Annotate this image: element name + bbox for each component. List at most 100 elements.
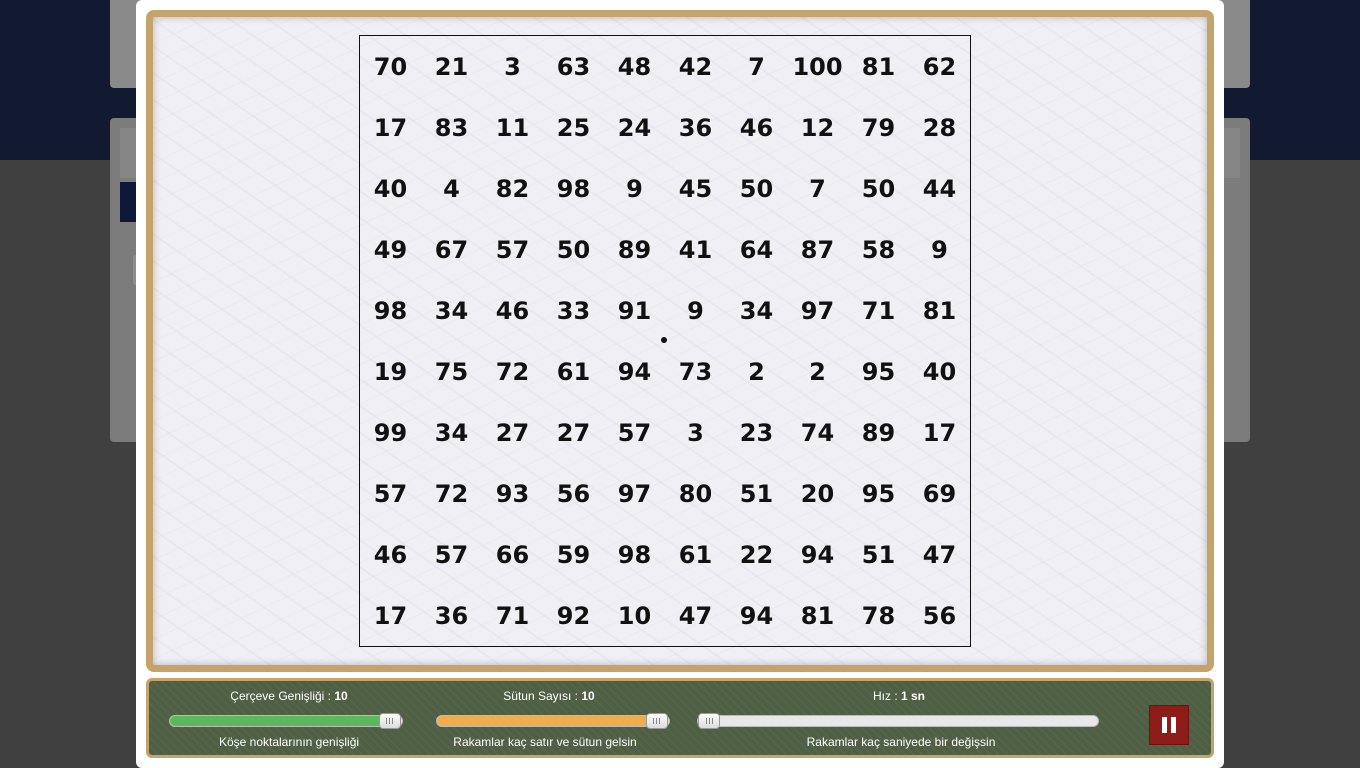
grid-cell: 72 <box>434 479 469 508</box>
grid-cell: 40 <box>373 174 408 203</box>
pause-button[interactable] <box>1149 705 1189 745</box>
focus-dot <box>661 337 667 343</box>
grid-cell: 33 <box>556 296 591 325</box>
grid-cell: 74 <box>800 418 835 447</box>
grid-cell: 59 <box>556 540 591 569</box>
grid-cell: 95 <box>861 479 896 508</box>
grid-cell: 50 <box>556 235 591 264</box>
grid-cell: 47 <box>922 540 957 569</box>
speed-description: Rakamlar kaç saniyede bir değişsin <box>806 735 996 749</box>
speed-title: Hız : 1 sn <box>872 689 926 703</box>
frame-width-description: Köşe noktalarının genişliği <box>218 735 360 749</box>
grid-cell: 48 <box>617 52 652 81</box>
pause-icon <box>1162 717 1176 733</box>
grid-cell: 23 <box>739 418 774 447</box>
grid-cell: 81 <box>800 601 835 630</box>
grid-cell: 93 <box>495 479 530 508</box>
grid-cell: 51 <box>739 479 774 508</box>
grid-cell: 12 <box>800 113 835 142</box>
grid-cell: 45 <box>678 174 713 203</box>
grid-cell: 47 <box>678 601 713 630</box>
grid-cell: 46 <box>373 540 408 569</box>
grid-cell: 36 <box>434 601 469 630</box>
speed-slider[interactable] <box>697 713 1099 729</box>
grid-cell: 63 <box>556 52 591 81</box>
number-grid-frame: 70 21 3 63 48 42 7 100 81 62 17 83 11 25 24 36 46 12 79 28 4… <box>359 35 971 647</box>
grid-cell: 41 <box>678 235 713 264</box>
grid-cell: 61 <box>556 357 591 386</box>
grid-cell: 97 <box>617 479 652 508</box>
grid-cell: 57 <box>495 235 530 264</box>
grid-cell: 21 <box>434 52 469 81</box>
grid-cell: 34 <box>739 296 774 325</box>
grid-cell: 70 <box>373 52 408 81</box>
control-panel: Çerçeve Genişliği : 10 Köşe noktalarının… <box>146 678 1214 758</box>
grid-cell: 49 <box>373 235 408 264</box>
grid-cell: 80 <box>678 479 713 508</box>
grid-cell: 98 <box>556 174 591 203</box>
grid-cell: 44 <box>922 174 957 203</box>
grid-cell: 27 <box>556 418 591 447</box>
grid-cell: 34 <box>434 418 469 447</box>
grid-cell: 79 <box>861 113 896 142</box>
grid-cell: 51 <box>861 540 896 569</box>
grid-cell: 17 <box>373 601 408 630</box>
grid-cell: 95 <box>861 357 896 386</box>
grid-cell: 81 <box>861 52 896 81</box>
grid-cell: 69 <box>922 479 957 508</box>
grid-cell: 58 <box>861 235 896 264</box>
frame-width-slider-handle[interactable] <box>378 713 401 729</box>
grid-cell: 89 <box>861 418 896 447</box>
grid-cell: 9 <box>931 235 948 264</box>
grid-cell: 42 <box>678 52 713 81</box>
speed-value: 1 sn <box>901 689 926 703</box>
column-count-slider[interactable] <box>436 713 670 729</box>
grid-cell: 3 <box>687 418 704 447</box>
grid-cell: 36 <box>678 113 713 142</box>
board-frame: 70 21 3 63 48 42 7 100 81 62 17 83 11 25 24 36 46 12 79 28 4… <box>146 10 1214 672</box>
grid-cell: 100 <box>792 52 843 81</box>
grid-cell: 50 <box>739 174 774 203</box>
grid-cell: 56 <box>556 479 591 508</box>
grid-cell: 46 <box>739 113 774 142</box>
grid-cell: 98 <box>373 296 408 325</box>
grid-cell: 46 <box>495 296 530 325</box>
grid-cell: 94 <box>739 601 774 630</box>
grid-cell: 19 <box>373 357 408 386</box>
grid-cell: 57 <box>373 479 408 508</box>
grid-cell: 99 <box>373 418 408 447</box>
grid-cell: 7 <box>809 174 826 203</box>
grid-cell: 27 <box>495 418 530 447</box>
grid-cell: 40 <box>922 357 957 386</box>
grid-cell: 71 <box>495 601 530 630</box>
column-count-slider-handle[interactable] <box>645 713 668 729</box>
grid-cell: 3 <box>504 52 521 81</box>
speed-slider-handle[interactable] <box>698 713 720 729</box>
grid-cell: 78 <box>861 601 896 630</box>
column-count-slider-fill <box>437 716 657 726</box>
grid-cell: 20 <box>800 479 835 508</box>
grid-cell: 50 <box>861 174 896 203</box>
grid-cell: 81 <box>922 296 957 325</box>
grid-cell: 91 <box>617 296 652 325</box>
grid-cell: 25 <box>556 113 591 142</box>
grid-cell: 72 <box>495 357 530 386</box>
grid-cell: 24 <box>617 113 652 142</box>
grid-cell: 34 <box>434 296 469 325</box>
column-count-value: 10 <box>581 689 595 703</box>
grid-cell: 9 <box>626 174 643 203</box>
grid-cell: 94 <box>800 540 835 569</box>
grid-cell: 2 <box>809 357 826 386</box>
frame-width-value: 10 <box>334 689 348 703</box>
grid-cell: 17 <box>922 418 957 447</box>
grid-cell: 9 <box>687 296 704 325</box>
frame-width-slider[interactable] <box>169 713 403 729</box>
grid-cell: 62 <box>922 52 957 81</box>
grid-cell: 71 <box>861 296 896 325</box>
grid-cell: 83 <box>434 113 469 142</box>
grid-cell: 82 <box>495 174 530 203</box>
grid-cell: 66 <box>495 540 530 569</box>
grid-cell: 61 <box>678 540 713 569</box>
grid-cell: 28 <box>922 113 957 142</box>
frame-width-title: Çerçeve Genişliği : 10 <box>230 689 348 703</box>
